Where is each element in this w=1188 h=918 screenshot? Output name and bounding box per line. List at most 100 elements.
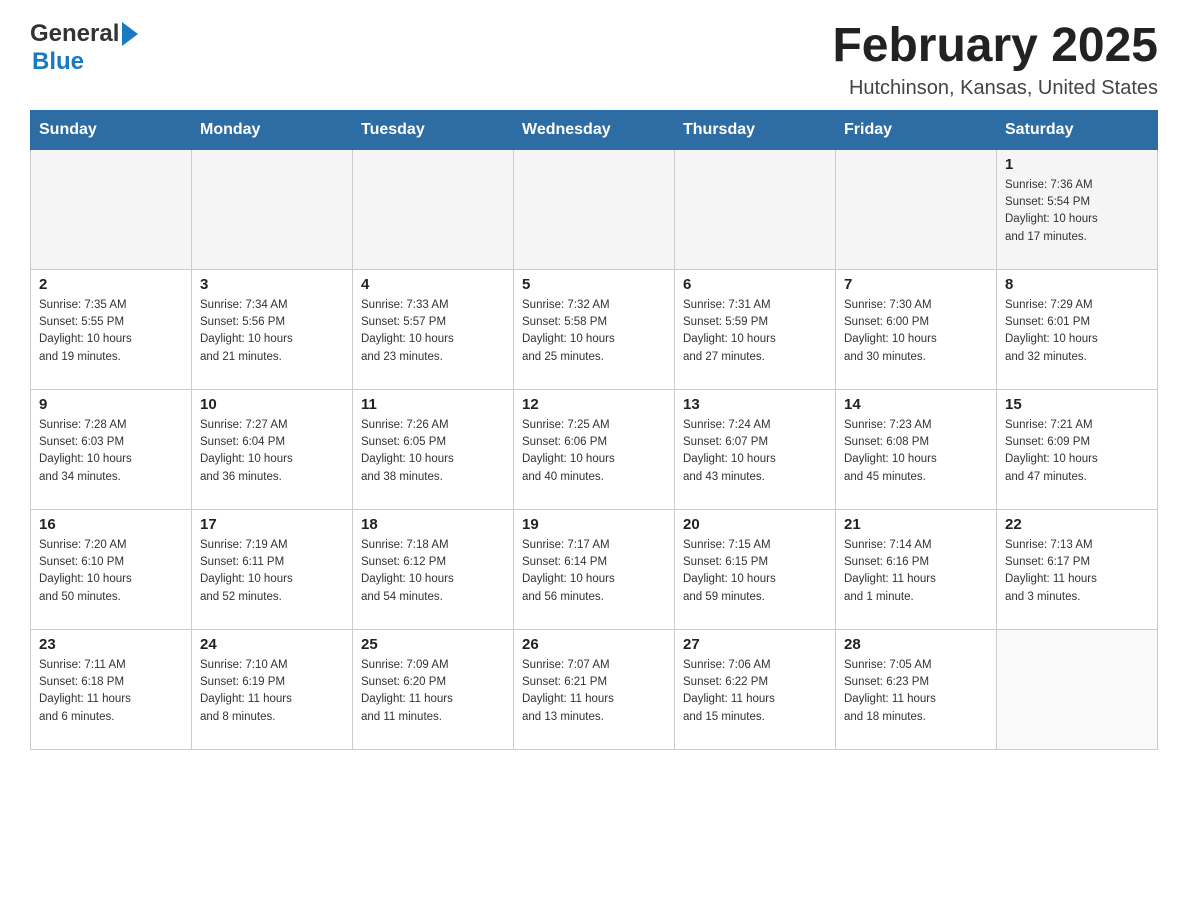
logo-general-text: General — [30, 20, 119, 48]
calendar-cell: 9Sunrise: 7:28 AM Sunset: 6:03 PM Daylig… — [31, 389, 192, 509]
calendar-cell — [353, 149, 514, 269]
day-number: 9 — [39, 396, 183, 413]
calendar-cell: 14 Sunrise: 7:23 AM Sunset: 6:08 PM Dayli… — [836, 389, 997, 509]
title-section: February 2025 Hutchinson, Kansas, United… — [832, 20, 1158, 100]
day-number: 1 — [1005, 156, 1149, 173]
day-info: Sunrise: 7:13 AM Sunset: 6:17 PM Dayligh… — [1005, 537, 1149, 606]
day-number: 8 — [1005, 276, 1149, 293]
day-number: 18 — [361, 516, 505, 533]
day-number: 19 — [522, 516, 666, 533]
calendar-cell: 3 Sunrise: 7:34 AM Sunset: 5:56 PM Daylig… — [192, 269, 353, 389]
calendar-cell: 8 Sunrise: 7:29 AM Sunset: 6:01 PM Daylig… — [997, 269, 1158, 389]
calendar-cell: 10 Sunrise: 7:27 AM Sunset: 6:04 PM Dayli… — [192, 389, 353, 509]
day-info: Sunrise: 7:29 AM Sunset: 6:01 PM Dayligh… — [1005, 297, 1149, 366]
day-number: 25 — [361, 636, 505, 653]
day-info: Sunrise: 7:21 AM Sunset: 6:09 PM Dayligh… — [1005, 417, 1149, 486]
calendar-cell: 12 Sunrise: 7:25 AM Sunset: 6:06 PM Dayli… — [514, 389, 675, 509]
day-number: 21 — [844, 516, 988, 533]
calendar-cell: 11 Sunrise: 7:26 AM Sunset: 6:05 PM Dayli… — [353, 389, 514, 509]
calendar-header-monday: Monday — [192, 110, 353, 149]
day-number: 5 — [522, 276, 666, 293]
day-info: Sunrise: 7:27 AM Sunset: 6:04 PM Dayligh… — [200, 417, 344, 486]
day-number: 2 — [39, 276, 183, 293]
day-number: 6 — [683, 276, 827, 293]
day-info: Sunrise: 7:09 AM Sunset: 6:20 PM Dayligh… — [361, 657, 505, 726]
day-info: Sunrise: 7:25 AM Sunset: 6:06 PM Dayligh… — [522, 417, 666, 486]
calendar-week-row: 16 Sunrise: 7:20 AM Sunset: 6:10 PM Dayli… — [31, 509, 1158, 629]
calendar-cell: 26 Sunrise: 7:07 AM Sunset: 6:21 PM Dayli… — [514, 629, 675, 749]
logo: General Blue — [30, 20, 138, 76]
calendar-cell: 6Sunrise: 7:31 AM Sunset: 5:59 PM Daylig… — [675, 269, 836, 389]
calendar-table: SundayMondayTuesdayWednesdayThursdayFrid… — [30, 110, 1158, 750]
day-number: 24 — [200, 636, 344, 653]
calendar-cell — [514, 149, 675, 269]
calendar-cell: 22Sunrise: 7:13 AM Sunset: 6:17 PM Dayli… — [997, 509, 1158, 629]
day-info: Sunrise: 7:14 AM Sunset: 6:16 PM Dayligh… — [844, 537, 988, 606]
calendar-cell — [836, 149, 997, 269]
calendar-cell: 28Sunrise: 7:05 AM Sunset: 6:23 PM Dayli… — [836, 629, 997, 749]
calendar-header-friday: Friday — [836, 110, 997, 149]
calendar-week-row: 2 Sunrise: 7:35 AM Sunset: 5:55 PM Daylig… — [31, 269, 1158, 389]
calendar-cell: 15 Sunrise: 7:21 AM Sunset: 6:09 PM Dayli… — [997, 389, 1158, 509]
calendar-cell: 16 Sunrise: 7:20 AM Sunset: 6:10 PM Dayli… — [31, 509, 192, 629]
day-info: Sunrise: 7:07 AM Sunset: 6:21 PM Dayligh… — [522, 657, 666, 726]
day-info: Sunrise: 7:34 AM Sunset: 5:56 PM Dayligh… — [200, 297, 344, 366]
day-info: Sunrise: 7:15 AM Sunset: 6:15 PM Dayligh… — [683, 537, 827, 606]
calendar-header-saturday: Saturday — [997, 110, 1158, 149]
day-info: Sunrise: 7:30 AM Sunset: 6:00 PM Dayligh… — [844, 297, 988, 366]
day-info: Sunrise: 7:19 AM Sunset: 6:11 PM Dayligh… — [200, 537, 344, 606]
day-number: 23 — [39, 636, 183, 653]
day-info: Sunrise: 7:17 AM Sunset: 6:14 PM Dayligh… — [522, 537, 666, 606]
day-number: 17 — [200, 516, 344, 533]
day-number: 26 — [522, 636, 666, 653]
day-info: Sunrise: 7:24 AM Sunset: 6:07 PM Dayligh… — [683, 417, 827, 486]
calendar-cell: 21 Sunrise: 7:14 AM Sunset: 6:16 PM Dayli… — [836, 509, 997, 629]
day-number: 10 — [200, 396, 344, 413]
calendar-header-wednesday: Wednesday — [514, 110, 675, 149]
day-info: Sunrise: 7:23 AM Sunset: 6:08 PM Dayligh… — [844, 417, 988, 486]
calendar-cell: 24 Sunrise: 7:10 AM Sunset: 6:19 PM Dayli… — [192, 629, 353, 749]
day-number: 13 — [683, 396, 827, 413]
calendar-cell: 23 Sunrise: 7:11 AM Sunset: 6:18 PM Dayli… — [31, 629, 192, 749]
calendar-header-tuesday: Tuesday — [353, 110, 514, 149]
day-info: Sunrise: 7:18 AM Sunset: 6:12 PM Dayligh… — [361, 537, 505, 606]
logo-triangle-icon — [122, 22, 138, 46]
calendar-cell: 13 Sunrise: 7:24 AM Sunset: 6:07 PM Dayli… — [675, 389, 836, 509]
day-number: 4 — [361, 276, 505, 293]
calendar-cell — [997, 629, 1158, 749]
day-info: Sunrise: 7:26 AM Sunset: 6:05 PM Dayligh… — [361, 417, 505, 486]
day-info: Sunrise: 7:20 AM Sunset: 6:10 PM Dayligh… — [39, 537, 183, 606]
day-number: 12 — [522, 396, 666, 413]
location-text: Hutchinson, Kansas, United States — [832, 77, 1158, 100]
page-header: General Blue February 2025 Hutchinson, K… — [30, 20, 1158, 100]
calendar-week-row: 1 Sunrise: 7:36 AM Sunset: 5:54 PM Daylig… — [31, 149, 1158, 269]
calendar-cell: 19 Sunrise: 7:17 AM Sunset: 6:14 PM Dayli… — [514, 509, 675, 629]
calendar-cell — [31, 149, 192, 269]
day-number: 16 — [39, 516, 183, 533]
calendar-week-row: 23 Sunrise: 7:11 AM Sunset: 6:18 PM Dayli… — [31, 629, 1158, 749]
day-info: Sunrise: 7:05 AM Sunset: 6:23 PM Dayligh… — [844, 657, 988, 726]
day-number: 3 — [200, 276, 344, 293]
day-number: 14 — [844, 396, 988, 413]
calendar-header-sunday: Sunday — [31, 110, 192, 149]
day-info: Sunrise: 7:33 AM Sunset: 5:57 PM Dayligh… — [361, 297, 505, 366]
day-info: Sunrise: 7:11 AM Sunset: 6:18 PM Dayligh… — [39, 657, 183, 726]
calendar-header-row: SundayMondayTuesdayWednesdayThursdayFrid… — [31, 110, 1158, 149]
calendar-cell: 25 Sunrise: 7:09 AM Sunset: 6:20 PM Dayli… — [353, 629, 514, 749]
logo-blue-text: Blue — [32, 48, 84, 76]
calendar-header-thursday: Thursday — [675, 110, 836, 149]
calendar-cell: 17 Sunrise: 7:19 AM Sunset: 6:11 PM Dayli… — [192, 509, 353, 629]
day-info: Sunrise: 7:36 AM Sunset: 5:54 PM Dayligh… — [1005, 177, 1149, 246]
day-info: Sunrise: 7:10 AM Sunset: 6:19 PM Dayligh… — [200, 657, 344, 726]
calendar-cell: 4 Sunrise: 7:33 AM Sunset: 5:57 PM Daylig… — [353, 269, 514, 389]
month-title: February 2025 — [832, 20, 1158, 73]
calendar-cell — [675, 149, 836, 269]
calendar-cell: 18 Sunrise: 7:18 AM Sunset: 6:12 PM Dayli… — [353, 509, 514, 629]
calendar-cell: 2 Sunrise: 7:35 AM Sunset: 5:55 PM Daylig… — [31, 269, 192, 389]
calendar-cell: 7Sunrise: 7:30 AM Sunset: 6:00 PM Daylig… — [836, 269, 997, 389]
day-number: 15 — [1005, 396, 1149, 413]
day-number: 11 — [361, 396, 505, 413]
calendar-cell: 20Sunrise: 7:15 AM Sunset: 6:15 PM Dayli… — [675, 509, 836, 629]
calendar-cell: 5Sunrise: 7:32 AM Sunset: 5:58 PM Daylig… — [514, 269, 675, 389]
day-info: Sunrise: 7:35 AM Sunset: 5:55 PM Dayligh… — [39, 297, 183, 366]
